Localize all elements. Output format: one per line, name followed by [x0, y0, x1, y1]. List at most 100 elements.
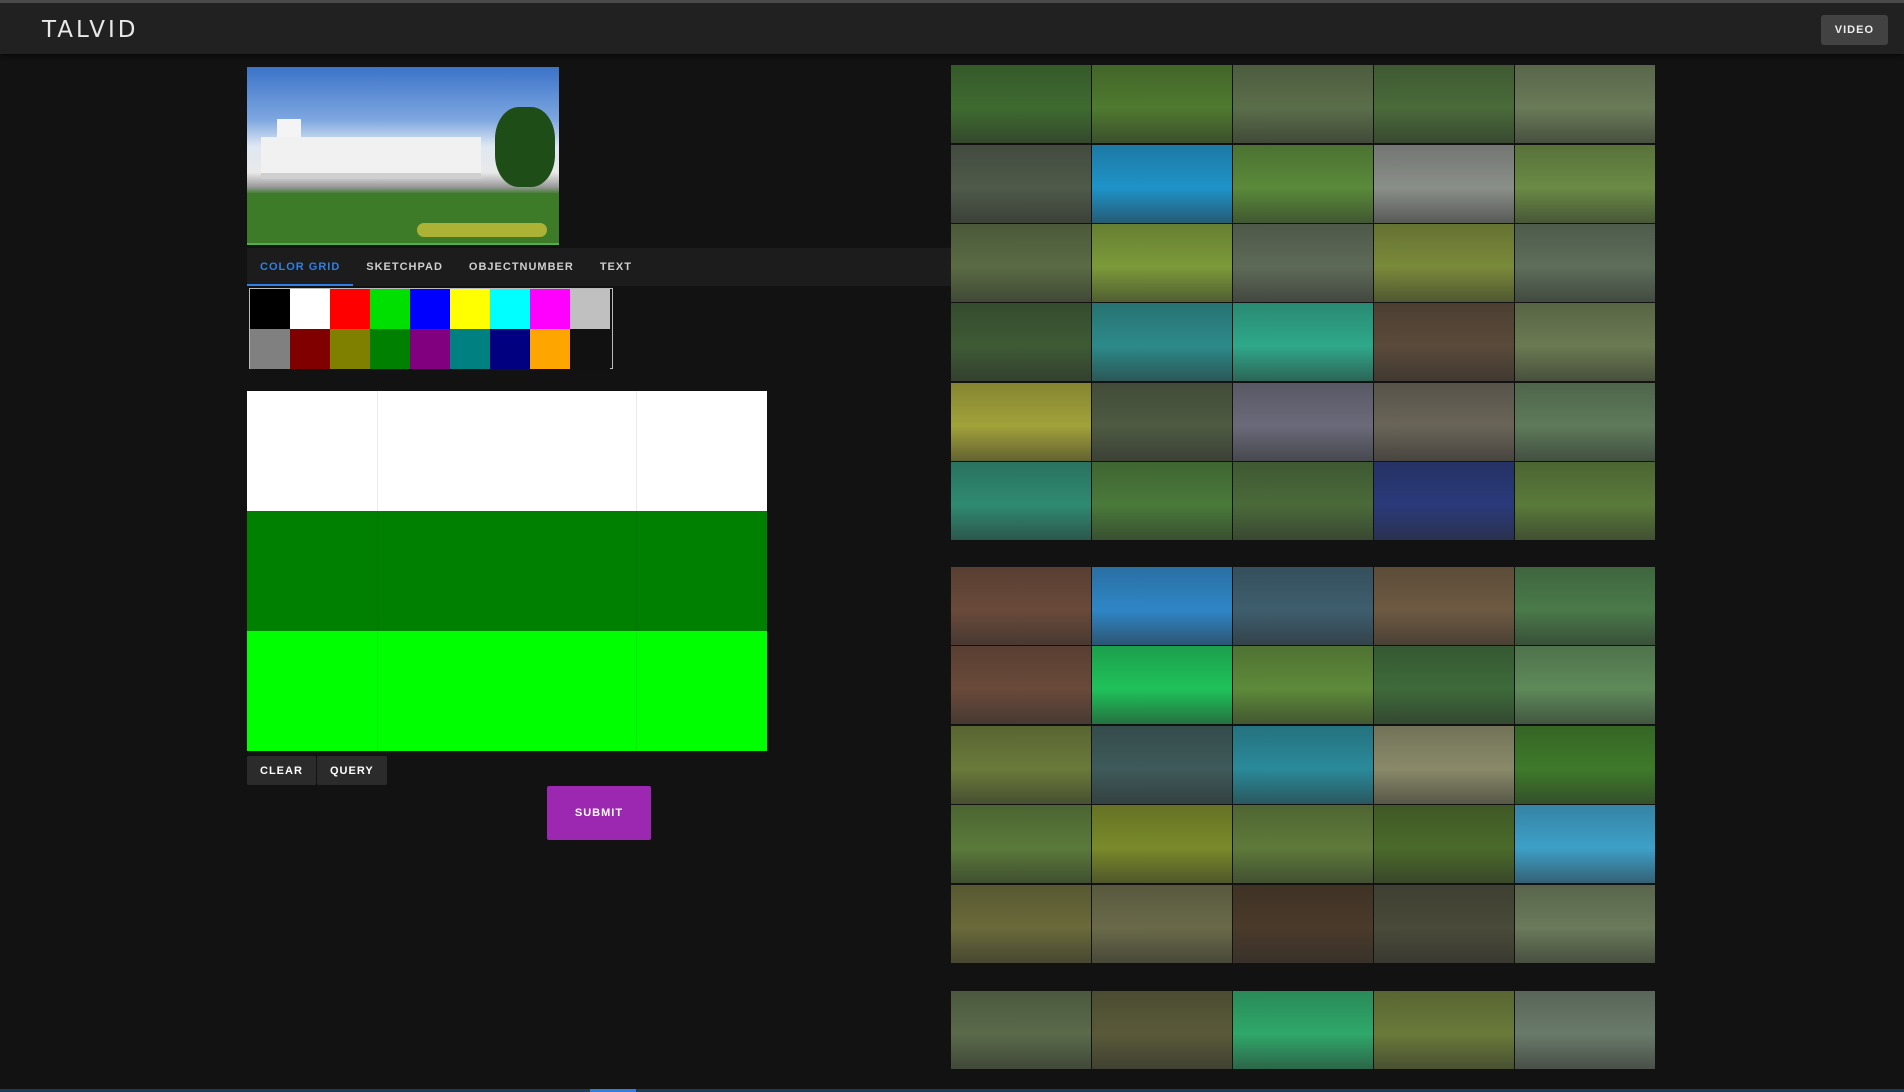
- color-swatch[interactable]: [450, 329, 490, 369]
- color-swatch[interactable]: [410, 329, 450, 369]
- result-thumbnail[interactable]: [1515, 65, 1655, 143]
- result-thumbnail[interactable]: [951, 303, 1091, 381]
- grid-cell[interactable]: [637, 631, 767, 751]
- result-thumbnail[interactable]: [1515, 726, 1655, 804]
- result-thumbnail[interactable]: [1515, 462, 1655, 540]
- video-button[interactable]: VIDEO: [1820, 15, 1888, 45]
- app-bar: TALVID VIDEO: [0, 0, 1904, 54]
- grid-cell[interactable]: [637, 511, 767, 631]
- result-thumbnail[interactable]: [1515, 646, 1655, 724]
- result-thumbnail[interactable]: [1092, 805, 1232, 883]
- result-thumbnail[interactable]: [951, 383, 1091, 461]
- result-thumbnail[interactable]: [1374, 885, 1514, 963]
- color-swatch[interactable]: [490, 329, 530, 369]
- grid-cell[interactable]: [247, 631, 377, 751]
- color-swatch[interactable]: [370, 289, 410, 329]
- result-thumbnail[interactable]: [1233, 567, 1373, 645]
- result-thumbnail[interactable]: [1233, 726, 1373, 804]
- result-thumbnail[interactable]: [951, 805, 1091, 883]
- result-thumbnail[interactable]: [951, 646, 1091, 724]
- result-thumbnail[interactable]: [1515, 991, 1655, 1069]
- result-thumbnail[interactable]: [951, 462, 1091, 540]
- result-thumbnail[interactable]: [1515, 224, 1655, 302]
- result-thumbnail[interactable]: [1515, 145, 1655, 223]
- result-thumbnail[interactable]: [951, 567, 1091, 645]
- grid-cell[interactable]: [377, 631, 637, 751]
- result-thumbnail[interactable]: [1374, 726, 1514, 804]
- result-thumbnail[interactable]: [951, 65, 1091, 143]
- result-thumbnail[interactable]: [1092, 145, 1232, 223]
- grid-cell[interactable]: [377, 391, 637, 511]
- result-thumbnail[interactable]: [1374, 383, 1514, 461]
- result-thumbnail[interactable]: [1515, 805, 1655, 883]
- result-thumbnail[interactable]: [1374, 805, 1514, 883]
- result-thumbnail[interactable]: [1515, 885, 1655, 963]
- result-thumbnail[interactable]: [1233, 991, 1373, 1069]
- color-swatch[interactable]: [410, 289, 450, 329]
- tab-text[interactable]: TEXT: [587, 248, 645, 286]
- result-thumbnail[interactable]: [951, 145, 1091, 223]
- query-preview-image: [247, 67, 559, 245]
- result-thumbnail[interactable]: [1233, 805, 1373, 883]
- result-thumbnail[interactable]: [1092, 303, 1232, 381]
- result-thumbnail[interactable]: [1374, 303, 1514, 381]
- result-thumbnail[interactable]: [1092, 462, 1232, 540]
- result-thumbnail[interactable]: [1233, 145, 1373, 223]
- color-swatch[interactable]: [330, 329, 370, 369]
- result-thumbnail[interactable]: [1233, 462, 1373, 540]
- color-swatch[interactable]: [290, 329, 330, 369]
- result-thumbnail[interactable]: [1374, 65, 1514, 143]
- grid-cell[interactable]: [247, 391, 377, 511]
- color-swatch[interactable]: [330, 289, 370, 329]
- color-swatch[interactable]: [450, 289, 490, 329]
- result-thumbnail[interactable]: [1233, 303, 1373, 381]
- grid-cell[interactable]: [247, 511, 377, 631]
- color-swatch[interactable]: [530, 329, 570, 369]
- query-button[interactable]: QUERY: [317, 756, 387, 785]
- submit-button[interactable]: SUBMIT: [547, 786, 651, 840]
- result-thumbnail[interactable]: [1092, 646, 1232, 724]
- result-thumbnail[interactable]: [1233, 224, 1373, 302]
- result-thumbnail[interactable]: [1092, 885, 1232, 963]
- tab-objectnumber[interactable]: OBJECTNUMBER: [456, 248, 587, 286]
- result-thumbnail[interactable]: [1233, 885, 1373, 963]
- color-swatch[interactable]: [570, 329, 610, 369]
- result-thumbnail[interactable]: [1233, 646, 1373, 724]
- clear-button[interactable]: CLEAR: [247, 756, 316, 785]
- result-thumbnail[interactable]: [1092, 991, 1232, 1069]
- result-thumbnail[interactable]: [1515, 567, 1655, 645]
- result-thumbnail[interactable]: [1374, 991, 1514, 1069]
- result-thumbnail[interactable]: [1092, 383, 1232, 461]
- grid-cell[interactable]: [377, 511, 637, 631]
- result-thumbnail[interactable]: [1374, 462, 1514, 540]
- result-thumbnail[interactable]: [1515, 383, 1655, 461]
- result-thumbnail[interactable]: [1233, 383, 1373, 461]
- grid-cell[interactable]: [637, 391, 767, 511]
- color-swatch[interactable]: [530, 289, 570, 329]
- color-swatch[interactable]: [370, 329, 410, 369]
- color-swatch[interactable]: [250, 329, 290, 369]
- tab-sketchpad[interactable]: SKETCHPAD: [353, 248, 456, 286]
- result-thumbnail[interactable]: [951, 885, 1091, 963]
- result-thumbnail[interactable]: [1092, 65, 1232, 143]
- query-tabs: COLOR GRID SKETCHPAD OBJECTNUMBER TEXT: [247, 248, 952, 286]
- result-thumbnail[interactable]: [1374, 567, 1514, 645]
- result-thumbnail[interactable]: [951, 726, 1091, 804]
- app-logo: TALVID: [42, 17, 139, 43]
- result-thumbnail[interactable]: [1374, 646, 1514, 724]
- result-thumbnail[interactable]: [1515, 303, 1655, 381]
- color-swatch[interactable]: [250, 289, 290, 329]
- result-thumbnail[interactable]: [1374, 224, 1514, 302]
- tab-color-grid[interactable]: COLOR GRID: [247, 248, 354, 286]
- color-swatch[interactable]: [490, 289, 530, 329]
- color-swatch[interactable]: [290, 289, 330, 329]
- color-swatch[interactable]: [570, 289, 610, 329]
- color-palette: [249, 288, 613, 369]
- result-thumbnail[interactable]: [1233, 65, 1373, 143]
- result-thumbnail[interactable]: [951, 224, 1091, 302]
- result-thumbnail[interactable]: [1374, 145, 1514, 223]
- result-thumbnail[interactable]: [951, 991, 1091, 1069]
- result-thumbnail[interactable]: [1092, 224, 1232, 302]
- result-thumbnail[interactable]: [1092, 726, 1232, 804]
- result-thumbnail[interactable]: [1092, 567, 1232, 645]
